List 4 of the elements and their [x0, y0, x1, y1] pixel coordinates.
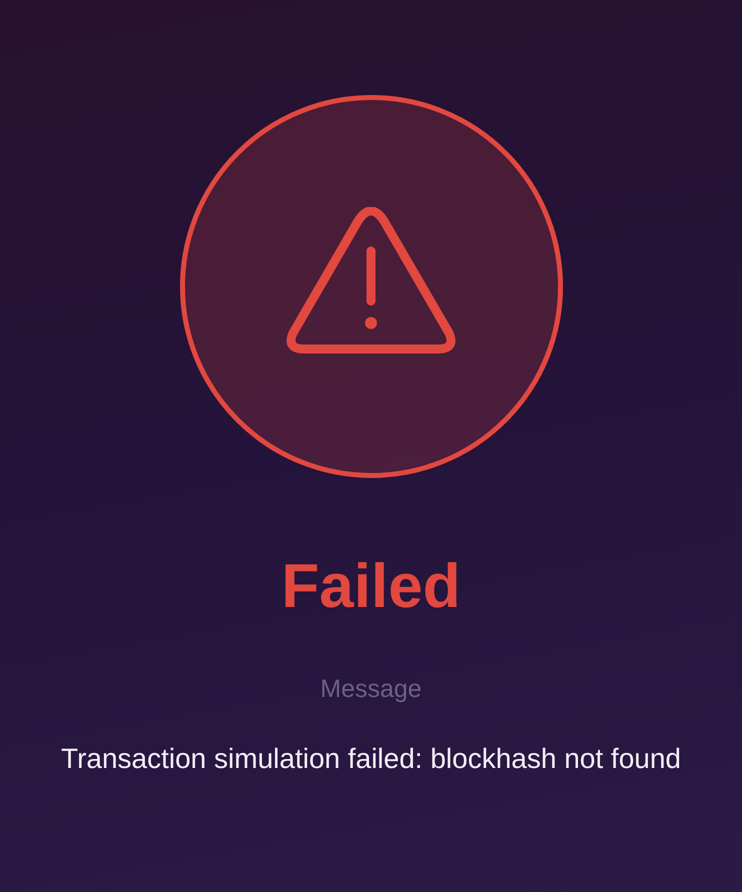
message-label: Message: [320, 674, 422, 705]
status-title: Failed: [281, 552, 461, 622]
warning-icon: [286, 206, 456, 356]
message-text: Transaction simulation failed: blockhash not found: [60, 742, 682, 776]
